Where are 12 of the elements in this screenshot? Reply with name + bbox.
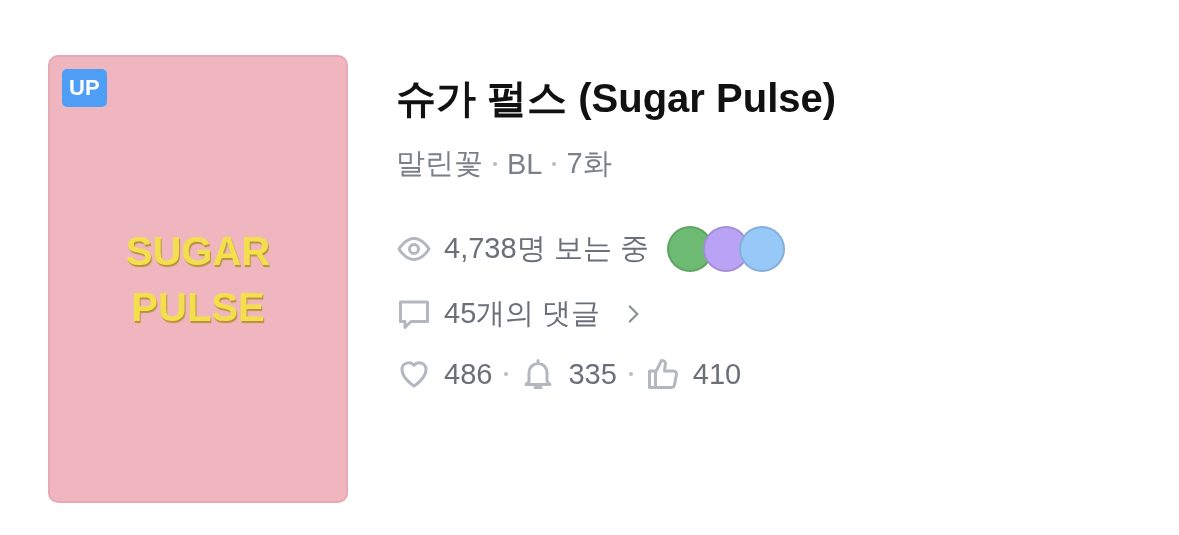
comments-link[interactable]: 45개의 댓글	[444, 294, 647, 334]
up-badge: UP	[62, 69, 107, 107]
meta-text: 말린꽃	[396, 146, 483, 181]
stat-count: 410	[692, 357, 742, 391]
cover-title: PULSE	[131, 284, 265, 331]
viewer-count: 4,738명 보는 중	[444, 231, 649, 266]
cover-title: SUGAR	[125, 228, 271, 275]
stat-count: 335	[568, 357, 617, 391]
series-title: 슈가 펄스 (Sugar Pulse)	[396, 75, 837, 122]
meta-text: BL	[507, 147, 543, 181]
stat-count: 486	[444, 357, 493, 391]
meta-text: 7화	[566, 146, 612, 181]
